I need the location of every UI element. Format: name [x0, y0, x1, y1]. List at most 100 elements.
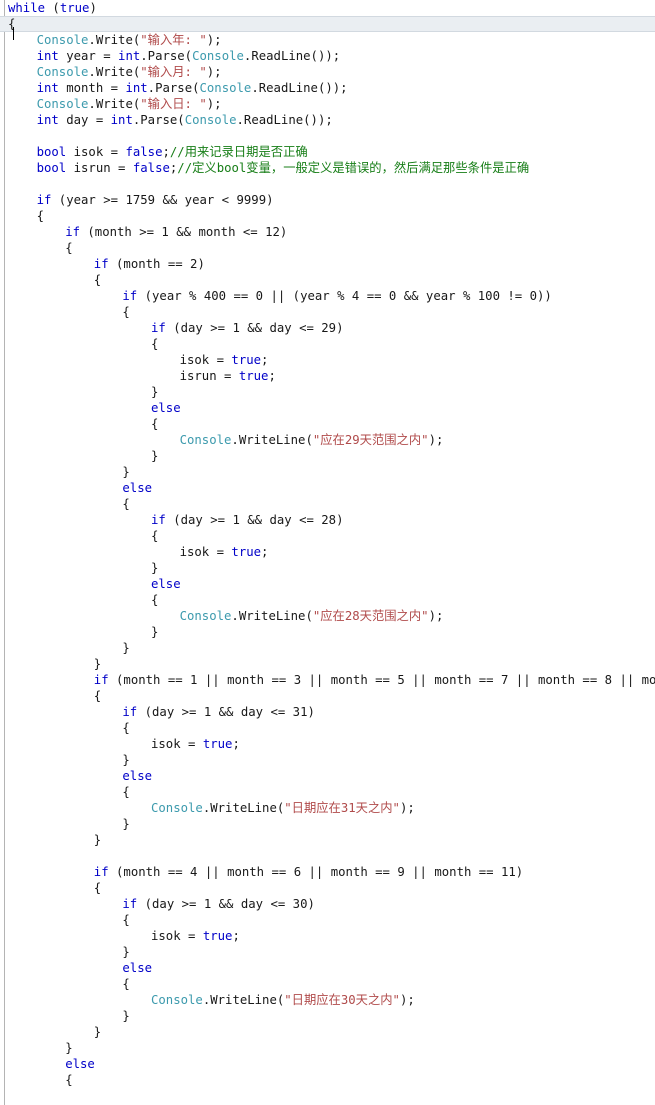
code-line[interactable]: else [6, 768, 655, 784]
code-line[interactable]: { [6, 784, 655, 800]
code-token-plain: } [122, 465, 130, 479]
code-line[interactable] [6, 176, 655, 192]
code-line[interactable]: } [6, 624, 655, 640]
code-line[interactable]: } [6, 1024, 655, 1040]
code-line[interactable]: } [6, 384, 655, 400]
code-token-kw: true [231, 353, 262, 367]
code-line[interactable]: { [6, 720, 655, 736]
code-line[interactable]: else [6, 576, 655, 592]
code-line[interactable]: } [6, 816, 655, 832]
code-line[interactable]: { [6, 208, 655, 224]
code-line[interactable]: else [6, 1056, 655, 1072]
code-line[interactable]: else [6, 480, 655, 496]
code-line[interactable]: { [6, 912, 655, 928]
code-line[interactable]: { [0, 16, 655, 32]
code-line[interactable]: if (month >= 1 && month <= 12) [6, 224, 655, 240]
code-token-class: Console [184, 113, 237, 127]
code-line[interactable]: if (day >= 1 && day <= 31) [6, 704, 655, 720]
code-editor[interactable]: while (true){Console.Write("输入年: "); int … [0, 0, 655, 1105]
code-line[interactable]: if (year >= 1759 && year < 9999) [6, 192, 655, 208]
code-line[interactable]: } [6, 752, 655, 768]
code-line[interactable]: { [6, 1072, 655, 1088]
code-token-plain: { [122, 913, 130, 927]
code-line[interactable]: else [6, 960, 655, 976]
code-token-str: "应在28天范围之内" [312, 609, 429, 623]
code-token-plain: { [151, 417, 159, 431]
code-line[interactable]: } [6, 560, 655, 576]
code-token-plain: ); [206, 97, 222, 111]
code-token-plain: ; [162, 145, 170, 159]
code-token-kw: else [122, 769, 153, 783]
code-token-class: Console [36, 97, 89, 111]
code-token-plain: (year % 400 == 0 || (year % 4 == 0 && ye… [137, 289, 552, 303]
code-line[interactable]: { [6, 976, 655, 992]
code-token-kw: if [65, 225, 80, 239]
code-line[interactable]: else [6, 400, 655, 416]
code-token-plain: .Write( [88, 33, 141, 47]
code-line[interactable]: Console.WriteLine("日期应在30天之内"); [6, 992, 655, 1008]
code-line[interactable]: while (true) [6, 0, 655, 16]
code-line[interactable]: int month = int.Parse(Console.ReadLine()… [6, 80, 655, 96]
code-line[interactable]: int day = int.Parse(Console.ReadLine()); [6, 112, 655, 128]
code-line[interactable]: Console.WriteLine("应在29天范围之内"); [6, 432, 655, 448]
code-line[interactable]: } [6, 1008, 655, 1024]
code-line[interactable]: { [6, 240, 655, 256]
code-token-plain: } [122, 945, 130, 959]
code-line[interactable]: if (day >= 1 && day <= 28) [6, 512, 655, 528]
code-token-str: "输入日: " [140, 97, 207, 111]
code-token-kw: false [132, 161, 170, 175]
code-line[interactable]: { [6, 272, 655, 288]
code-line[interactable]: if (month == 4 || month == 6 || month ==… [6, 864, 655, 880]
code-line[interactable]: isrun = true; [6, 368, 655, 384]
code-line[interactable]: if (day >= 1 && day <= 30) [6, 896, 655, 912]
code-line[interactable]: if (day >= 1 && day <= 29) [6, 320, 655, 336]
code-line[interactable]: isok = true; [6, 736, 655, 752]
code-line[interactable]: if (month == 1 || month == 3 || month ==… [6, 672, 655, 688]
code-line[interactable]: { [6, 496, 655, 512]
code-line[interactable]: } [6, 832, 655, 848]
code-token-class: Console [36, 65, 89, 79]
code-token-plain: .Parse( [140, 49, 193, 63]
code-line[interactable]: { [6, 592, 655, 608]
code-line[interactable]: Console.Write("输入月: "); [6, 64, 655, 80]
code-line[interactable]: bool isrun = false;//定义bool变量，一般定义是错误的，然… [6, 160, 655, 176]
code-line[interactable]: } [6, 656, 655, 672]
code-token-plain: ); [399, 801, 415, 815]
code-token-plain: ( [45, 1, 60, 15]
code-line[interactable]: } [6, 944, 655, 960]
code-token-plain: (day >= 1 && day <= 28) [165, 513, 344, 527]
code-line[interactable]: isok = true; [6, 544, 655, 560]
code-token-plain: .WriteLine( [231, 433, 313, 447]
code-token-class: Console [151, 993, 203, 1007]
code-surface[interactable]: while (true){Console.Write("输入年: "); int … [0, 0, 655, 1105]
code-token-kw: if [151, 321, 166, 335]
code-token-kw: else [122, 481, 153, 495]
code-line[interactable]: } [6, 448, 655, 464]
code-token-class: Console [151, 801, 203, 815]
code-line[interactable]: if (month == 2) [6, 256, 655, 272]
code-line[interactable]: Console.Write("输入年: "); [6, 32, 655, 48]
code-line[interactable]: { [6, 416, 655, 432]
code-line[interactable]: { [6, 528, 655, 544]
code-token-kw: true [231, 545, 262, 559]
code-line[interactable]: } [6, 464, 655, 480]
code-line[interactable]: } [6, 640, 655, 656]
code-line[interactable] [6, 128, 655, 144]
code-token-plain: .Write( [88, 65, 141, 79]
code-line[interactable]: { [6, 304, 655, 320]
code-line[interactable]: Console.Write("输入日: "); [6, 96, 655, 112]
code-line[interactable]: { [6, 336, 655, 352]
code-line[interactable]: isok = true; [6, 928, 655, 944]
code-line[interactable]: if (year % 400 == 0 || (year % 4 == 0 &&… [6, 288, 655, 304]
code-line[interactable]: Console.WriteLine("日期应在31天之内"); [6, 800, 655, 816]
code-line[interactable] [6, 848, 655, 864]
code-line[interactable]: { [6, 880, 655, 896]
code-line[interactable]: } [6, 1040, 655, 1056]
code-line[interactable]: { [6, 688, 655, 704]
code-line[interactable]: Console.WriteLine("应在28天范围之内"); [6, 608, 655, 624]
code-token-plain: } [93, 833, 102, 847]
code-line[interactable]: bool isok = false;//用来记录日期是否正确 [6, 144, 655, 160]
code-token-plain: (month == 2) [108, 257, 205, 271]
code-line[interactable]: int year = int.Parse(Console.ReadLine())… [6, 48, 655, 64]
code-line[interactable]: isok = true; [6, 352, 655, 368]
